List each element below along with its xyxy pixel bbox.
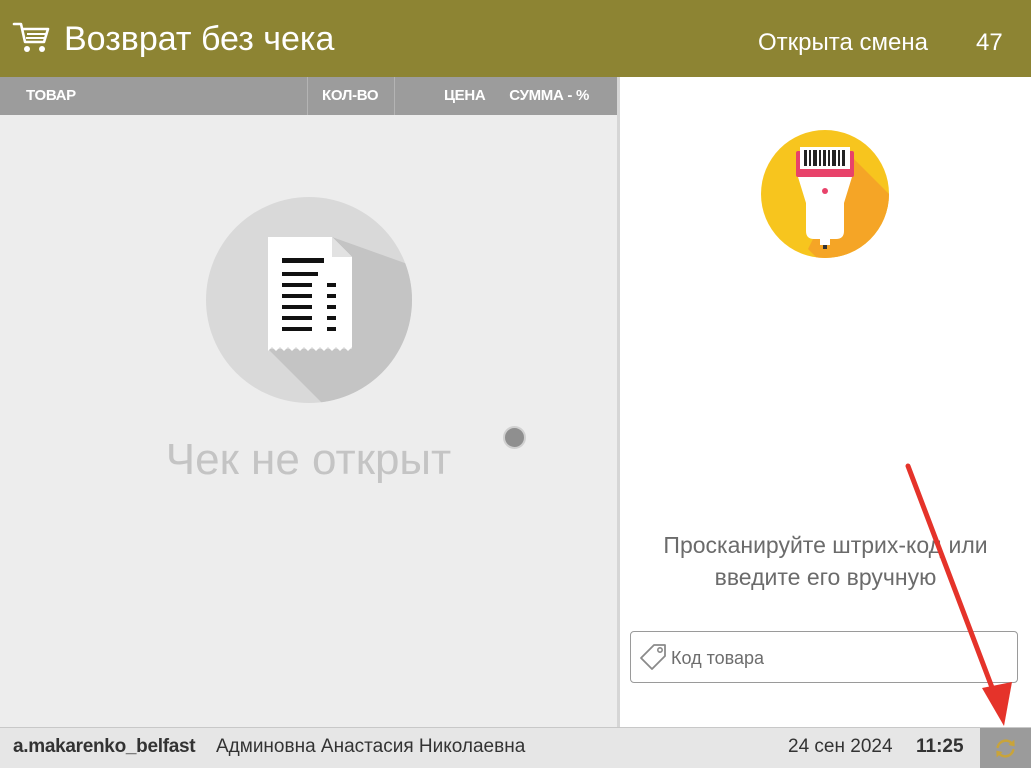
column-sum: СУММА - %: [509, 87, 589, 104]
column-divider: [307, 77, 308, 115]
barcode-scanner-icon: [761, 130, 889, 258]
column-qty: КОЛ-ВО: [322, 87, 379, 104]
app-header: Возврат без чека Открыта смена 47: [0, 0, 1031, 77]
receipt-column-header: ТОВАР КОЛ-ВО ЦЕНА СУММА - %: [0, 77, 617, 115]
cart-icon: [12, 22, 50, 52]
tag-icon: [640, 644, 666, 670]
shift-number: 47: [976, 29, 1003, 56]
user-full-name: Админовна Анастасия Николаевна: [216, 736, 526, 757]
touch-cursor: [503, 426, 526, 449]
product-code-input[interactable]: [671, 644, 1001, 672]
current-time: 11:25: [916, 736, 964, 757]
scan-prompt-line: Просканируйте штрих-код или: [663, 532, 988, 558]
scan-panel: Просканируйте штрих-код или введите его …: [620, 77, 1031, 727]
receipt-panel: ТОВАР КОЛ-ВО ЦЕНА СУММА - % Чек не откры…: [0, 77, 617, 727]
status-bar: a.makarenko_belfast Админовна Анастасия …: [0, 727, 1031, 768]
column-item: ТОВАР: [26, 87, 76, 104]
column-divider: [394, 77, 395, 115]
product-code-field[interactable]: [630, 631, 1018, 683]
user-login: a.makarenko_belfast: [13, 736, 196, 757]
sync-button[interactable]: [980, 728, 1031, 768]
scan-prompt: Просканируйте штрих-код или введите его …: [620, 529, 1031, 593]
column-price: ЦЕНА: [444, 87, 486, 104]
receipt-icon: [206, 197, 412, 403]
current-date: 24 сен 2024: [788, 736, 893, 757]
sync-icon: [996, 739, 1015, 758]
scan-prompt-line: введите его вручную: [714, 564, 937, 590]
page-title: Возврат без чека: [64, 20, 335, 58]
shift-status: Открыта смена: [758, 29, 928, 56]
